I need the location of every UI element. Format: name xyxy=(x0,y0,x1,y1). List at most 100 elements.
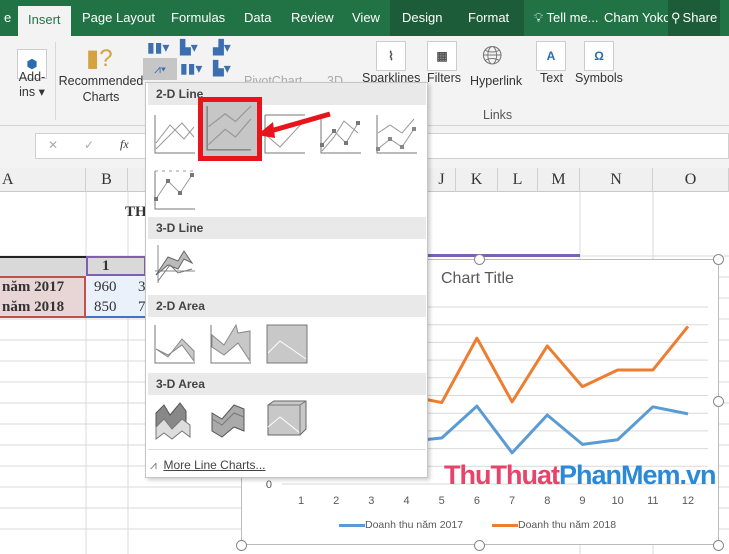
resize-handle[interactable] xyxy=(713,540,724,551)
user-name[interactable]: Cham Yoko xyxy=(596,0,679,36)
watermark: ThuThuatPhanMem.vn xyxy=(444,460,717,490)
share-label: Share xyxy=(682,10,718,25)
x-tick-label: 7 xyxy=(509,495,515,507)
y-tick-label: 0 xyxy=(266,479,272,491)
resize-handle[interactable] xyxy=(713,254,724,265)
tab-design[interactable]: Design xyxy=(390,0,458,36)
x-tick-label: 5 xyxy=(439,495,445,507)
legend-swatch-2017 xyxy=(339,523,365,527)
filters-button[interactable]: Filters xyxy=(427,71,461,85)
resize-handle[interactable] xyxy=(474,540,485,551)
line-chart-option[interactable] xyxy=(154,113,196,155)
globe-link-icon: 🌐︎ xyxy=(482,40,503,70)
stacked-line-markers-option[interactable] xyxy=(376,113,418,155)
resize-handle[interactable] xyxy=(713,396,724,407)
ribbon-tabs: e Insert Page Layout Formulas Data Revie… xyxy=(0,0,729,36)
links-group-label: Links xyxy=(483,108,513,122)
recommended-label: Recommended xyxy=(58,74,144,88)
statistic-chart-icon[interactable]: ▮▮▾ xyxy=(180,60,202,77)
column-header-n[interactable]: N xyxy=(580,168,653,192)
3d-stacked-area-option[interactable] xyxy=(210,399,252,441)
x-tick-label: 12 xyxy=(682,495,694,507)
share-button[interactable]: ⚲ Share xyxy=(668,0,721,36)
x-tick-label: 1 xyxy=(298,495,304,507)
combo-chart-icon[interactable]: ▙▾ xyxy=(213,60,231,77)
recommended-charts-button[interactable]: Recommended Charts xyxy=(58,73,144,105)
separator xyxy=(55,42,56,120)
tab-formulas[interactable]: Formulas xyxy=(163,0,233,36)
tab-format[interactable]: Format xyxy=(458,0,524,36)
hyperlink-button[interactable]: Hyperlink xyxy=(470,74,522,88)
legend-entry-2018[interactable]: Doanh thu năm 2018 xyxy=(492,519,616,531)
tab-partial[interactable]: e xyxy=(0,0,19,36)
x-tick-label: 11 xyxy=(647,495,658,507)
enter-icon[interactable]: ✓ xyxy=(84,138,94,152)
tab-review[interactable]: Review xyxy=(283,0,342,36)
x-tick-label: 3 xyxy=(368,495,374,507)
legend-label-2017: Doanh thu năm 2017 xyxy=(365,519,464,531)
column-header-l[interactable]: L xyxy=(498,168,538,192)
3d-100-stacked-area-option[interactable] xyxy=(266,399,308,441)
insert-function-icon[interactable]: fx xyxy=(120,137,129,152)
area-option[interactable] xyxy=(154,323,196,365)
line-chart-small-icon: ⩘ xyxy=(150,458,157,472)
column-chart-icon[interactable]: ▮▮▾ xyxy=(147,39,169,56)
column-header-k[interactable]: K xyxy=(456,168,498,192)
legend-entry-2017[interactable]: Doanh thu năm 2017 xyxy=(339,519,463,531)
stacked-line-icon xyxy=(206,105,252,151)
resize-handle[interactable] xyxy=(236,540,247,551)
row-label-2017[interactable]: năm 2017 xyxy=(2,277,64,298)
add-ins-button[interactable]: Add-ins ▾ xyxy=(12,70,52,100)
legend-swatch-2018 xyxy=(492,523,518,527)
more-line-charts-link[interactable]: ⩘ More Line Charts... xyxy=(150,455,266,475)
header-range-highlight-right xyxy=(428,254,580,257)
line-chart-gallery: 2-D Line 3-D Line 2-D Area 3-D Area ⩘ Mo… xyxy=(145,82,428,478)
sparkline-icon: ⌇ xyxy=(376,41,406,71)
column-header-m[interactable]: M xyxy=(538,168,580,192)
value-cell[interactable]: 850 xyxy=(94,297,117,318)
100-stacked-line-markers-option[interactable] xyxy=(154,169,196,211)
column-header-b[interactable]: B xyxy=(86,168,128,192)
tab-insert[interactable]: Insert xyxy=(18,6,71,36)
x-tick-label: 4 xyxy=(403,495,409,507)
value-cell[interactable]: 960 xyxy=(94,277,117,298)
column-header-j[interactable]: J xyxy=(428,168,456,192)
text-button[interactable]: Text xyxy=(540,71,563,85)
omega-icon: Ω xyxy=(584,41,614,71)
stacked-area-option[interactable] xyxy=(210,323,252,365)
header-cell-blank[interactable] xyxy=(0,256,86,276)
tab-data[interactable]: Data xyxy=(236,0,279,36)
3d-line-option[interactable] xyxy=(154,243,196,285)
add-ins-label: Add- xyxy=(18,70,46,84)
tell-me-search[interactable]: 💡︎ Tell me... xyxy=(526,0,607,36)
legend-label-2018: Doanh thu năm 2018 xyxy=(518,519,617,531)
x-tick-label: 9 xyxy=(579,495,585,507)
month-header-cell[interactable]: 1 xyxy=(102,256,110,277)
tab-page-layout[interactable]: Page Layout xyxy=(74,0,163,36)
symbols-button[interactable]: Symbols xyxy=(575,71,623,85)
100-stacked-area-option[interactable] xyxy=(266,323,308,365)
tell-me-label: Tell me... xyxy=(546,10,599,25)
hierarchy-chart-icon[interactable]: ▙▾ xyxy=(180,39,198,56)
tab-view[interactable]: View xyxy=(344,0,388,36)
red-arrow-annotation xyxy=(257,111,331,138)
line-chart-dropdown[interactable]: ⩘▾ xyxy=(143,58,177,80)
person-add-icon: ⚲ xyxy=(671,10,681,25)
row-label-2018[interactable]: năm 2018 xyxy=(2,297,64,318)
section-3d-line: 3-D Line xyxy=(148,217,426,239)
stacked-line-option-highlighted[interactable] xyxy=(198,97,262,161)
column-header-a[interactable]: A xyxy=(0,168,86,192)
sheet-title-partial: TH xyxy=(125,204,147,220)
cancel-icon[interactable]: ✕ xyxy=(48,138,58,152)
x-tick-label: 10 xyxy=(612,495,624,507)
filter-icon: ▦ xyxy=(427,41,457,71)
waterfall-chart-icon[interactable]: ▟▾ xyxy=(213,39,231,56)
3d-area-option[interactable] xyxy=(154,399,196,441)
x-tick-label: 6 xyxy=(474,495,480,507)
section-3d-area: 3-D Area xyxy=(148,373,426,395)
column-header-o[interactable]: O xyxy=(653,168,729,192)
recommended-charts-icon: ▮? xyxy=(86,45,113,72)
resize-handle[interactable] xyxy=(474,254,485,265)
more-line-charts-label: More Line Charts... xyxy=(163,458,266,472)
text-icon: A xyxy=(536,41,566,71)
